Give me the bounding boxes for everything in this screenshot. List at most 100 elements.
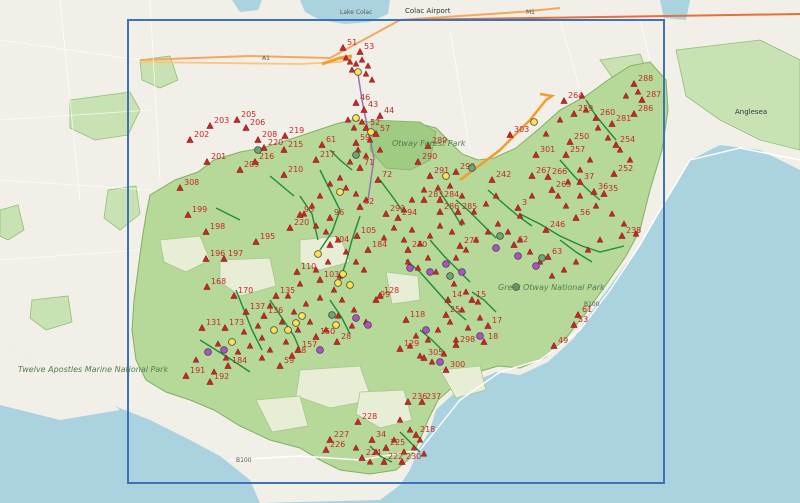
yellow-site-dot[interactable] — [354, 68, 362, 76]
purple-site-dot[interactable] — [492, 244, 500, 252]
yellow-site-dot[interactable] — [336, 188, 344, 196]
town-label: Anglesea — [735, 108, 767, 116]
road-b100-label-west: B100 — [236, 457, 252, 464]
purple-site-dot[interactable] — [532, 262, 540, 270]
marker-label: 58 — [296, 346, 306, 355]
lake-label: Lake Colac — [340, 9, 372, 16]
park-otway-forest-label: Otway Forest Park — [392, 139, 466, 148]
purple-site-dot[interactable] — [476, 332, 484, 340]
purple-site-dot[interactable] — [406, 264, 414, 272]
yellow-site-dot[interactable] — [442, 172, 450, 180]
park-great-otway-label: Great Otway National Park — [498, 283, 605, 292]
marker-label: 293 — [390, 204, 405, 213]
yellow-site-dot[interactable] — [530, 118, 538, 126]
marker-label: 25 — [450, 305, 460, 314]
purple-site-dot[interactable] — [436, 358, 444, 366]
marker-label: 281 — [616, 114, 631, 123]
marker-label: 202 — [194, 130, 209, 139]
purple-site-dot[interactable] — [458, 268, 466, 276]
marker-label: 129 — [404, 339, 419, 348]
marker-label: 46 — [360, 93, 370, 102]
marker-label: 288 — [638, 74, 653, 83]
marker-label: 226 — [330, 440, 345, 449]
map-view[interactable]: 205 203 206 202 208 219 220 215 201 216 217 61 59 209… — [0, 0, 800, 503]
yellow-site-dot[interactable] — [314, 250, 322, 258]
marker-label: 220 — [268, 138, 283, 147]
green-site-dot[interactable] — [254, 146, 262, 154]
purple-site-dot[interactable] — [364, 321, 372, 329]
marker-label: 53 — [364, 42, 374, 51]
marker-label: 118 — [410, 310, 425, 319]
purple-site-dot[interactable] — [220, 346, 228, 354]
marker-label: 104 — [334, 235, 349, 244]
yellow-site-dot[interactable] — [332, 321, 340, 329]
marker-label: 201 — [211, 152, 226, 161]
marker-label: 184 — [232, 356, 247, 365]
marker-label: 237 — [426, 392, 441, 401]
yellow-site-dot[interactable] — [346, 281, 354, 289]
marker-label: 270 — [412, 240, 427, 249]
purple-site-dot[interactable] — [514, 252, 522, 260]
marker-label: 59 — [284, 356, 294, 365]
marker-label: 34 — [376, 430, 386, 439]
map-canvas[interactable]: 205203 206202 208 219220 215201 216 21761 59209… — [0, 0, 800, 503]
marker-label: 192 — [214, 372, 229, 381]
purple-site-dot[interactable] — [422, 326, 430, 334]
marker-label: 301 — [540, 145, 555, 154]
purple-site-dot[interactable] — [316, 346, 324, 354]
purple-site-dot[interactable] — [426, 268, 434, 276]
green-site-dot[interactable] — [446, 272, 454, 280]
purple-site-dot[interactable] — [204, 348, 212, 356]
marker-label: 36 — [598, 182, 608, 191]
green-site-dot[interactable] — [468, 164, 476, 172]
yellow-site-dot[interactable] — [352, 114, 360, 122]
marker-label: 259 — [578, 104, 593, 113]
marker-label: 82 — [364, 197, 374, 206]
yellow-site-dot[interactable] — [284, 326, 292, 334]
marker-label: 210 — [288, 165, 303, 174]
marker-label: 199 — [192, 205, 207, 214]
marker-label: 228 — [362, 412, 377, 421]
marker-label: 290 — [422, 152, 437, 161]
marker-label: 56 — [580, 208, 590, 217]
marker-label: 71 — [364, 158, 374, 167]
marker-label: 53 — [578, 315, 588, 324]
yellow-site-dot[interactable] — [334, 279, 342, 287]
green-site-dot[interactable] — [496, 232, 504, 240]
marker-label: 284 — [444, 190, 459, 199]
marker-label: 18 — [488, 332, 498, 341]
marker-label: 15 — [476, 290, 486, 299]
green-site-dot[interactable] — [538, 254, 546, 262]
marker-label: 209 — [244, 160, 259, 169]
marker-label: 93 — [304, 205, 314, 214]
marker-label: 286 — [638, 104, 653, 113]
purple-site-dot[interactable] — [352, 314, 360, 322]
yellow-site-dot[interactable] — [339, 270, 347, 278]
purple-site-dot[interactable] — [442, 260, 450, 268]
marker-label: 250 — [574, 132, 589, 141]
green-site-dot[interactable] — [328, 311, 336, 319]
marker-label: 230 — [406, 452, 421, 461]
marker-label: 286 — [444, 202, 459, 211]
marker-label: 61 — [326, 135, 336, 144]
marker-label: 170 — [238, 286, 253, 295]
marker-label: 35 — [608, 184, 618, 193]
marker-label: 276 — [464, 236, 479, 245]
yellow-site-dot[interactable] — [270, 326, 278, 334]
marker-label: 37 — [584, 172, 594, 181]
yellow-site-dot[interactable] — [292, 319, 300, 327]
yellow-site-dot[interactable] — [367, 128, 375, 136]
marker-label: 173 — [229, 318, 244, 327]
marker-label: 220 — [294, 218, 309, 227]
airport-label: Colac Airport — [405, 7, 451, 15]
marker-label: 168 — [211, 277, 226, 286]
green-site-dot[interactable] — [352, 151, 360, 159]
yellow-site-dot[interactable] — [228, 338, 236, 346]
marker-label: 131 — [206, 318, 221, 327]
marker-label: 257 — [570, 145, 585, 154]
marker-label: 217 — [320, 150, 335, 159]
marker-label: 105 — [361, 226, 376, 235]
marker-label: 224 — [366, 448, 381, 457]
marker-label: 267 — [536, 166, 551, 175]
yellow-site-dot[interactable] — [298, 312, 306, 320]
